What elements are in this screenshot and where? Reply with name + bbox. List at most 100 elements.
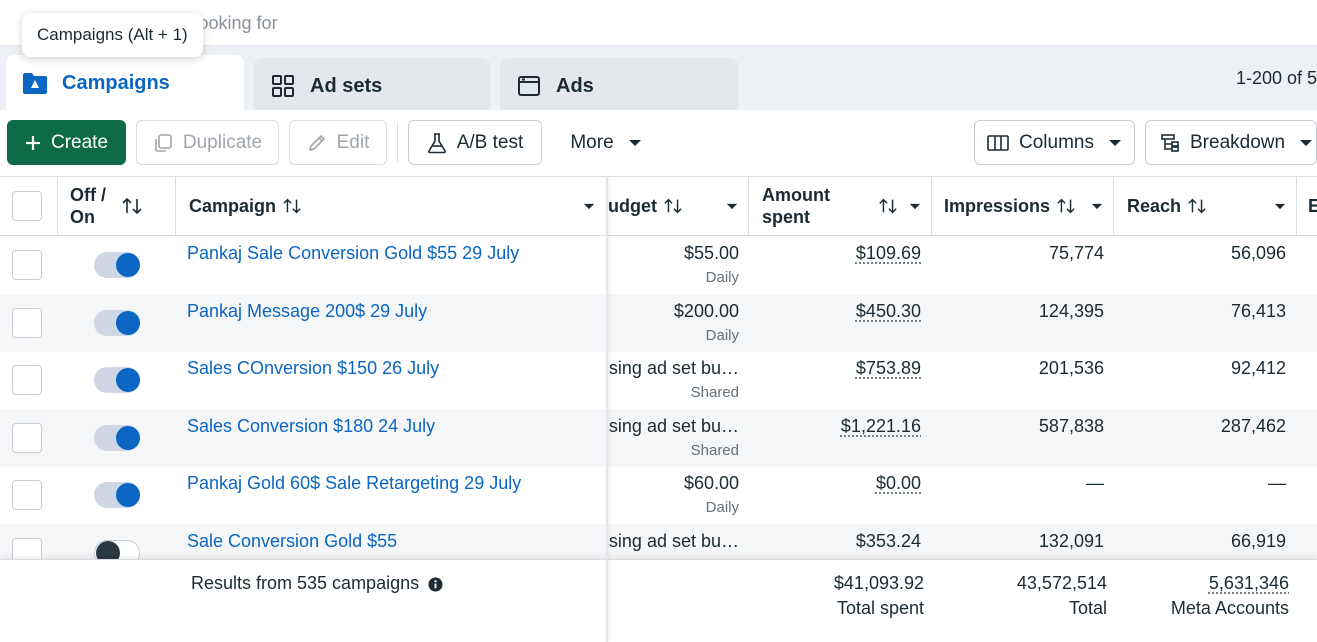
column-title: udget xyxy=(608,195,657,216)
column-title: Impressions xyxy=(944,195,1051,216)
column-divider xyxy=(57,177,58,235)
frozen-column-divider xyxy=(606,176,608,642)
budget-type: Shared xyxy=(690,384,739,401)
sort-icon[interactable] xyxy=(121,177,143,235)
pagination-range: 1-200 of 5 xyxy=(1235,68,1317,88)
table-row[interactable]: Pankaj Sale Conversion Gold $55 29 July $… xyxy=(0,236,1317,294)
column-header-budget[interactable]: udget xyxy=(608,177,683,235)
amount-spent-value[interactable]: $109.69 xyxy=(748,243,921,264)
budget-value: sing ad set bu… xyxy=(608,358,739,378)
total-spent-label: Total spent xyxy=(836,598,924,618)
impressions-value: 201,536 xyxy=(1038,358,1104,378)
toolbar: Create Duplicate Edit A/B test More Colu… xyxy=(0,110,1317,176)
campaign-name-link[interactable]: Sale Conversion Gold $55 xyxy=(187,531,397,552)
caret-down-icon xyxy=(1108,139,1122,147)
select-all-checkbox[interactable] xyxy=(12,191,42,221)
campaign-toggle[interactable] xyxy=(94,424,140,451)
caret-down-icon[interactable] xyxy=(726,177,738,235)
info-icon[interactable] xyxy=(428,577,443,592)
total-reach-value: 5,631,346 xyxy=(1208,573,1289,593)
tab-label: Ad sets xyxy=(310,74,383,97)
reach-value: 287,462 xyxy=(1220,415,1286,436)
column-header-next[interactable]: E xyxy=(1308,177,1317,235)
breakdown-button[interactable]: Breakdown xyxy=(1145,120,1317,165)
caret-down-icon[interactable] xyxy=(583,177,595,235)
row-checkbox[interactable] xyxy=(12,422,42,453)
amount-spent-value[interactable]: $0.00 xyxy=(748,473,921,494)
total-spent-value: $41,093.92 xyxy=(833,573,924,593)
sort-icon[interactable] xyxy=(282,197,302,215)
row-checkbox[interactable] xyxy=(12,250,42,280)
total-reach-label: Meta Accounts xyxy=(1170,598,1289,618)
column-header-reach[interactable]: Reach xyxy=(1127,177,1207,235)
campaign-name-link[interactable]: Pankaj Message 200$ 29 July xyxy=(187,301,427,322)
campaign-toggle[interactable] xyxy=(94,252,140,278)
column-title: Campaign xyxy=(189,195,277,216)
budget-value: $60.00 xyxy=(683,473,739,493)
duplicate-button[interactable]: Duplicate xyxy=(136,120,279,165)
campaign-toggle[interactable] xyxy=(94,367,140,393)
table-row[interactable]: Pankaj Gold 60$ Sale Retargeting 29 July… xyxy=(0,466,1317,524)
row-checkbox[interactable] xyxy=(12,480,42,510)
more-label: More xyxy=(570,131,614,153)
table-row[interactable]: Pankaj Message 200$ 29 July $200.00 Daily $… xyxy=(0,293,1317,352)
caret-down-icon[interactable] xyxy=(1091,177,1103,235)
caret-down-icon[interactable] xyxy=(909,177,921,235)
campaign-name-link[interactable]: Sales Conversion $180 24 July xyxy=(187,416,435,437)
budget-value: $200.00 xyxy=(673,300,739,321)
results-summary: Results from 535 campaigns xyxy=(191,573,443,594)
column-header-campaign[interactable]: Campaign xyxy=(189,177,302,235)
amount-spent-value[interactable]: $753.89 xyxy=(748,358,921,379)
table-row[interactable]: Sales Conversion $180 24 July sing ad set… xyxy=(0,408,1317,467)
ab-test-label: A/B test xyxy=(456,131,524,153)
amount-spent-value[interactable]: $450.30 xyxy=(748,301,921,322)
tab-label: Campaigns xyxy=(62,71,170,94)
tab-campaigns[interactable]: Campaigns xyxy=(6,55,244,111)
column-title: Off / On xyxy=(70,185,106,227)
column-header-impressions[interactable]: Impressions xyxy=(944,177,1076,235)
edit-button[interactable]: Edit xyxy=(289,120,387,165)
folder-icon xyxy=(22,70,48,96)
ad-window-icon xyxy=(516,73,542,99)
column-header-amount-spent[interactable]: Amount spent xyxy=(762,177,852,235)
campaign-name-link[interactable]: Pankaj Gold 60$ Sale Retargeting 29 July xyxy=(187,473,521,494)
column-title: E xyxy=(1308,195,1317,216)
breakdown-label: Breakdown xyxy=(1190,131,1286,153)
row-checkbox[interactable] xyxy=(12,307,42,338)
toggle-knob xyxy=(116,310,140,335)
caret-down-icon xyxy=(628,139,642,147)
campaign-name-link[interactable]: Sales COnversion $150 26 July xyxy=(187,358,439,379)
amount-spent-value[interactable]: $1,221.16 xyxy=(748,416,921,437)
tab-ad-sets[interactable]: Ad sets xyxy=(254,58,490,114)
tooltip: Campaigns (Alt + 1) xyxy=(22,13,203,57)
impressions-value: 124,395 xyxy=(1038,300,1104,321)
more-button[interactable]: More xyxy=(556,120,656,165)
campaign-toggle[interactable] xyxy=(94,309,140,336)
reach-value: 76,413 xyxy=(1230,300,1286,321)
ab-test-button[interactable]: A/B test xyxy=(408,120,542,165)
sort-icon[interactable] xyxy=(878,177,898,235)
create-label: Create xyxy=(50,131,109,153)
grid-icon xyxy=(270,73,296,99)
edit-label: Edit xyxy=(336,131,370,153)
caret-down-icon[interactable] xyxy=(1274,177,1286,235)
table-row[interactable]: Sales COnversion $150 26 July sing ad set… xyxy=(0,351,1317,409)
tab-ads[interactable]: Ads xyxy=(500,58,738,114)
budget-type: Daily xyxy=(705,326,739,344)
row-checkbox[interactable] xyxy=(12,365,42,395)
create-button[interactable]: Create xyxy=(7,120,126,165)
campaign-name-link[interactable]: Pankaj Sale Conversion Gold $55 29 July xyxy=(187,243,519,264)
columns-icon xyxy=(987,134,1009,152)
columns-button[interactable]: Columns xyxy=(974,120,1135,165)
columns-label: Columns xyxy=(1019,131,1094,153)
column-divider xyxy=(1113,177,1114,235)
sort-icon[interactable] xyxy=(1187,197,1207,215)
column-title: Reach xyxy=(1127,195,1182,216)
sort-icon[interactable] xyxy=(663,197,683,215)
sort-icon[interactable] xyxy=(1056,197,1076,215)
campaign-toggle[interactable] xyxy=(94,482,140,508)
results-label: Results from 535 campaigns xyxy=(191,573,420,593)
total-impressions-label: Total xyxy=(1068,598,1107,618)
budget-value: $55.00 xyxy=(683,243,739,263)
flask-icon xyxy=(427,132,447,154)
